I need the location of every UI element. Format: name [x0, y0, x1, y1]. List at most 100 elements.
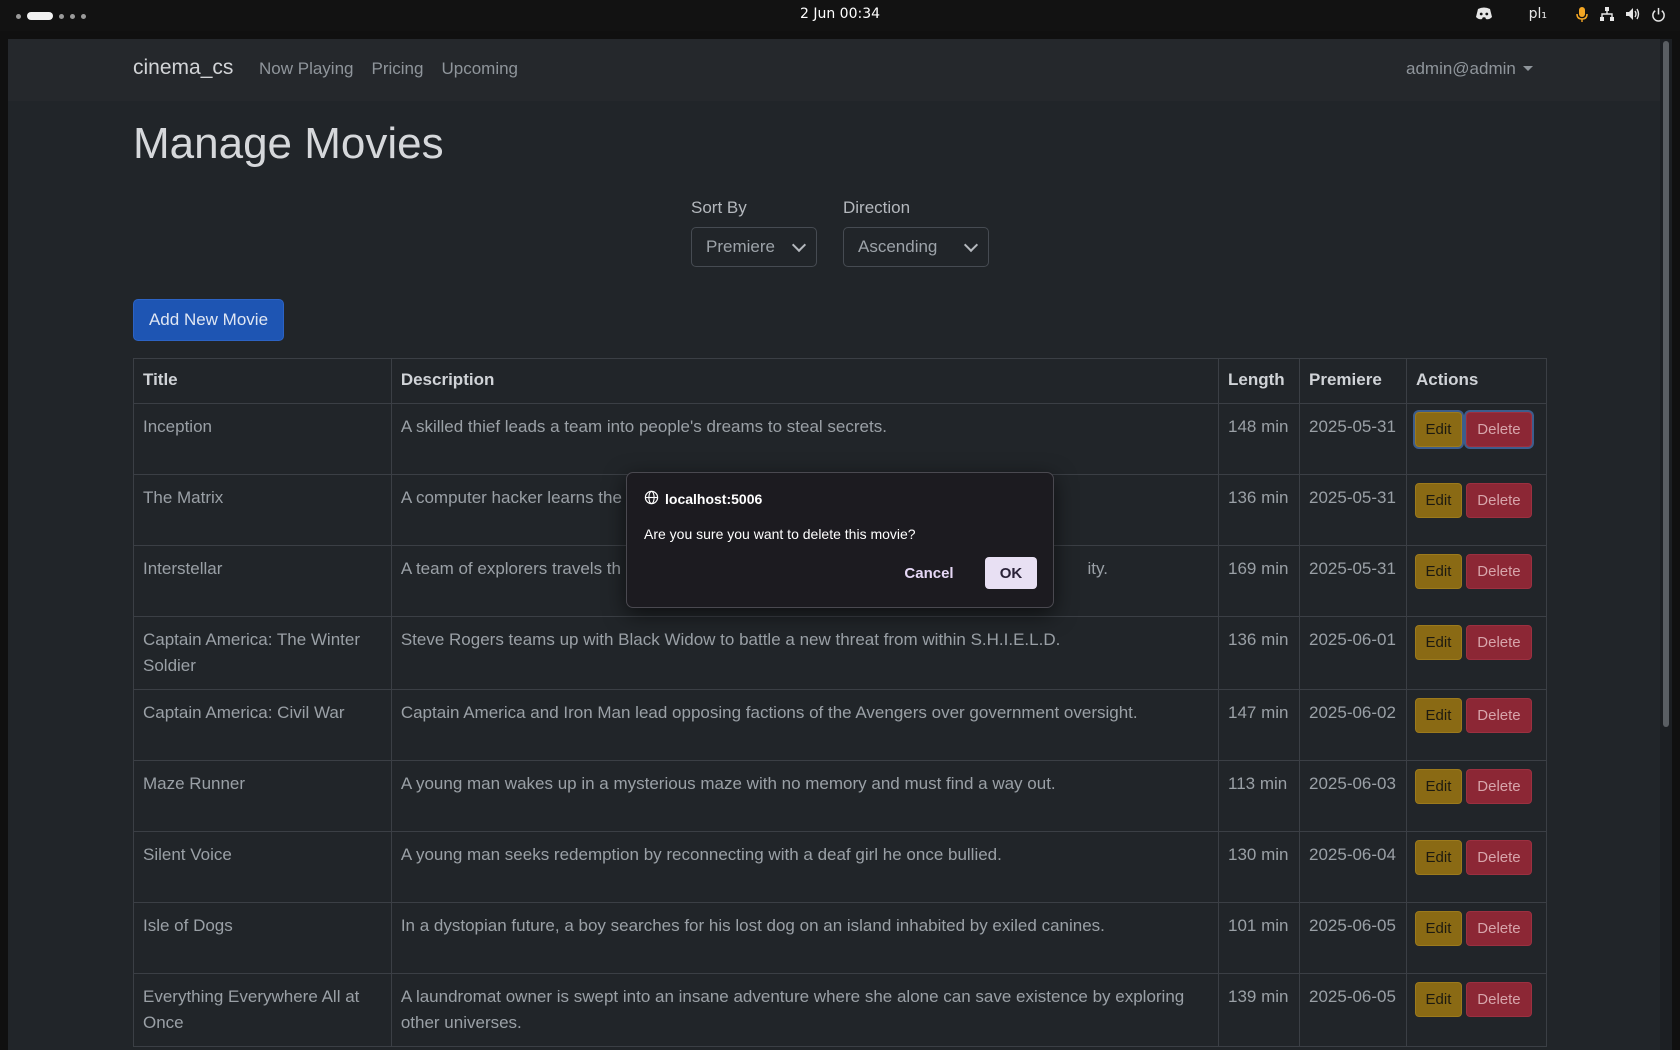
movie-title: Isle of Dogs [133, 902, 392, 974]
row-actions: Edit Delete [1405, 831, 1548, 903]
delete-button[interactable]: Delete [1465, 412, 1532, 447]
table-row: Everything Everywhere All at Once A laun… [133, 973, 1548, 1047]
sort-by-control: Sort By Premiere [691, 198, 817, 267]
movie-description: A skilled thief leads a team into people… [390, 403, 1220, 475]
volume-icon[interactable] [1625, 6, 1641, 22]
movie-length: 130 min [1218, 831, 1300, 903]
movie-title: Inception [133, 403, 392, 475]
discord-icon[interactable] [1475, 7, 1493, 21]
chevron-down-icon[interactable] [1522, 66, 1533, 71]
direction-label: Direction [843, 198, 911, 217]
header-title: Title [133, 358, 392, 404]
movie-description-visible: A team of explorers travels th [400, 559, 621, 578]
direction-control: Direction Ascending [843, 198, 989, 267]
network-icon[interactable] [1599, 6, 1615, 22]
movie-description: Steve Rogers teams up with Black Widow t… [390, 616, 1220, 690]
delete-button[interactable]: Delete [1465, 554, 1532, 589]
movie-premiere: 2025-06-03 [1299, 760, 1407, 832]
edit-button[interactable]: Edit [1414, 911, 1462, 946]
page-title: Manage Movies [133, 119, 444, 168]
system-tray[interactable]: pl₁ [1475, 6, 1666, 22]
microphone-icon[interactable] [1575, 6, 1589, 22]
movie-premiere: 2025-05-31 [1299, 403, 1407, 475]
movie-length: 136 min [1218, 616, 1300, 690]
user-menu[interactable]: admin@admin [1406, 59, 1533, 79]
movie-length: 101 min [1218, 902, 1300, 974]
delete-button[interactable]: Delete [1465, 982, 1532, 1017]
ok-button[interactable]: OK [985, 557, 1037, 589]
direction-select[interactable]: Ascending [843, 227, 989, 267]
movie-title: Captain America: Civil War [133, 689, 392, 761]
movies-table: Title Description Length Premiere Action… [133, 358, 1548, 1047]
row-actions: Edit Delete [1405, 403, 1548, 475]
movie-premiere: 2025-05-31 [1299, 474, 1407, 546]
nav-links: Now Playing Pricing Upcoming [259, 59, 518, 79]
header-length: Length [1218, 358, 1300, 404]
table-row: Captain America: Civil War Captain Ameri… [133, 689, 1548, 761]
row-actions: Edit Delete [1405, 474, 1548, 546]
movie-premiere: 2025-06-05 [1299, 902, 1407, 974]
row-actions: Edit Delete [1405, 689, 1548, 761]
edit-button[interactable]: Edit [1414, 698, 1462, 733]
add-new-movie-button[interactable]: Add New Movie [133, 299, 284, 341]
movie-description: A laundromat owner is swept into an insa… [390, 973, 1220, 1047]
user-email[interactable]: admin@admin [1406, 59, 1516, 78]
table-row: Captain America: The Winter Soldier Stev… [133, 616, 1548, 690]
table-row: Maze Runner A young man wakes up in a my… [133, 760, 1548, 832]
movie-description: A young man seeks redemption by reconnec… [390, 831, 1220, 903]
movie-length: 147 min [1218, 689, 1300, 761]
header-description: Description [390, 358, 1220, 404]
nav-upcoming[interactable]: Upcoming [441, 59, 518, 79]
sort-by-label: Sort By [691, 198, 747, 217]
movie-title: Interstellar [133, 545, 392, 617]
page-scrollbar[interactable] [1660, 39, 1672, 1050]
movie-premiere: 2025-06-04 [1299, 831, 1407, 903]
nav-now-playing[interactable]: Now Playing [259, 59, 354, 79]
row-actions: Edit Delete [1405, 973, 1548, 1047]
cancel-button[interactable]: Cancel [901, 557, 957, 589]
edit-button[interactable]: Edit [1414, 982, 1462, 1017]
delete-button[interactable]: Delete [1465, 840, 1532, 875]
edit-button[interactable]: Edit [1414, 412, 1462, 447]
delete-button[interactable]: Delete [1465, 483, 1532, 518]
power-icon[interactable] [1651, 7, 1666, 22]
movie-length: 139 min [1218, 973, 1300, 1047]
edit-button[interactable]: Edit [1414, 483, 1462, 518]
delete-button[interactable]: Delete [1465, 911, 1532, 946]
row-actions: Edit Delete [1405, 616, 1548, 690]
movie-description: Captain America and Iron Man lead opposi… [390, 689, 1220, 761]
edit-button[interactable]: Edit [1414, 554, 1462, 589]
site-navbar: cinema_cs Now Playing Pricing Upcoming a… [8, 39, 1660, 101]
movie-premiere: 2025-06-01 [1299, 616, 1407, 690]
movie-length: 169 min [1218, 545, 1300, 617]
chevron-down-icon [791, 237, 807, 252]
scrollbar-thumb[interactable] [1663, 41, 1669, 727]
sort-by-select[interactable]: Premiere [691, 227, 817, 267]
keyboard-layout[interactable]: pl₁ [1529, 6, 1547, 22]
delete-button[interactable]: Delete [1465, 698, 1532, 733]
delete-button[interactable]: Delete [1465, 769, 1532, 804]
system-top-bar: 2 Jun 00:34 pl₁ [0, 0, 1680, 31]
movie-title: The Matrix [133, 474, 392, 546]
movie-premiere: 2025-05-31 [1299, 545, 1407, 617]
movie-premiere: 2025-06-05 [1299, 973, 1407, 1047]
row-actions: Edit Delete [1405, 902, 1548, 974]
delete-button[interactable]: Delete [1465, 625, 1532, 660]
row-actions: Edit Delete [1405, 545, 1548, 617]
edit-button[interactable]: Edit [1414, 769, 1462, 804]
brand-link[interactable]: cinema_cs [133, 56, 233, 80]
edit-button[interactable]: Edit [1414, 840, 1462, 875]
chevron-down-icon [963, 237, 979, 252]
nav-pricing[interactable]: Pricing [372, 59, 424, 79]
direction-value: Ascending [858, 237, 938, 256]
header-actions: Actions [1405, 358, 1548, 404]
system-clock[interactable]: 2 Jun 00:34 [0, 6, 1680, 22]
edit-button[interactable]: Edit [1414, 625, 1462, 660]
movie-description-tail: ity. [1087, 559, 1108, 578]
dialog-message: Are you sure you want to delete this mov… [644, 526, 916, 542]
movie-description: In a dystopian future, a boy searches fo… [390, 902, 1220, 974]
movie-description: A young man wakes up in a mysterious maz… [390, 760, 1220, 832]
row-actions: Edit Delete [1405, 760, 1548, 832]
movie-title: Silent Voice [133, 831, 392, 903]
movie-title: Captain America: The Winter Soldier [133, 616, 392, 690]
